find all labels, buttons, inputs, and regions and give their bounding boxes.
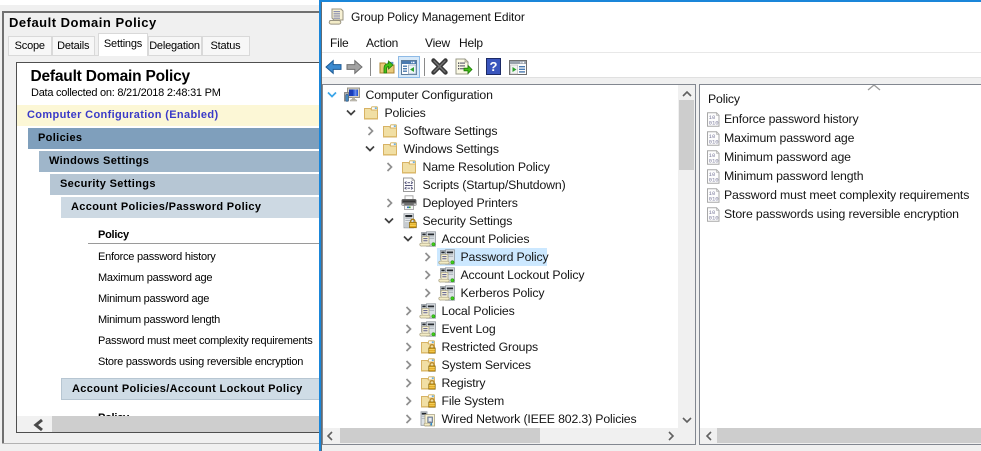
svg-text:010: 010	[709, 195, 720, 202]
svg-text:010: 010	[709, 214, 720, 221]
svg-text:010: 010	[709, 157, 720, 164]
svg-text:010: 010	[709, 138, 720, 145]
svg-text:010: 010	[709, 119, 720, 126]
svg-text:010: 010	[709, 176, 720, 183]
